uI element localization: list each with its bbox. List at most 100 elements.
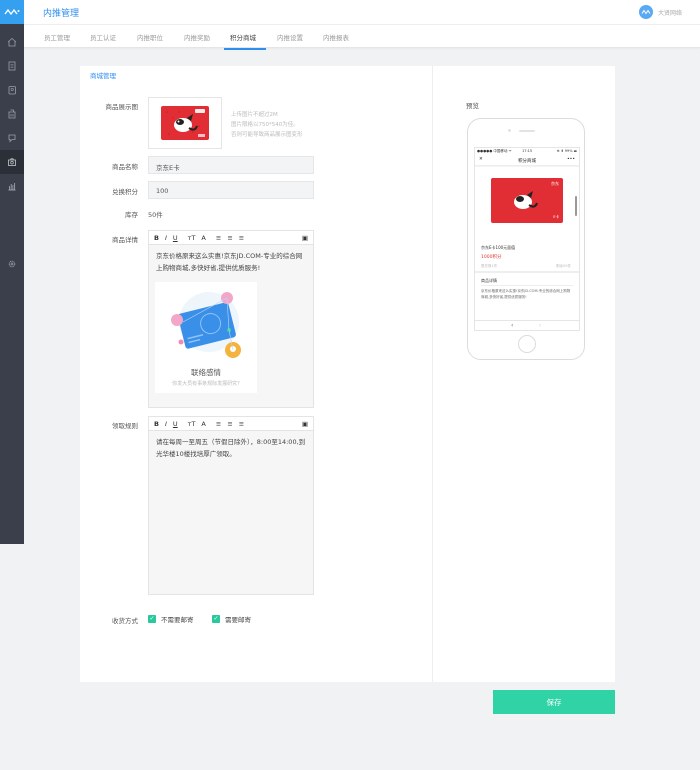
back-icon[interactable]: ‹ [511,322,513,329]
bold-button[interactable]: B [154,234,159,242]
illustration-title: 联络感情 [191,368,221,377]
camera-icon[interactable] [0,150,24,174]
status-carrier: ●●●●● 中国移动 ᯤ [477,149,512,153]
upload-hint-1: 上传图片不超过2M [231,112,278,118]
section-title: 商城管理 [90,72,116,80]
detail-toolbar: B I U ᴛT A ≡ ≡ ≡ ▣ [149,231,313,245]
status-time: 17:15 [522,149,533,153]
product-image-upload[interactable] [148,97,222,149]
insert-image-button[interactable]: ▣ [302,420,308,428]
gear-icon[interactable] [0,252,24,276]
rules-text[interactable]: 请在每周一至周五（节假日除外），8:00至14:00,到光华楼10楼找培厚广领取… [149,431,313,460]
preview-label: 预览 [466,102,479,110]
tab-employee-verification[interactable]: 员工认证 [90,32,116,42]
tab-referral-settings[interactable]: 内推设置 [277,32,303,42]
document-icon[interactable] [0,54,24,78]
tab-referral-jobs[interactable]: 内推职位 [137,32,163,42]
tab-referral-rewards[interactable]: 内推奖励 [184,32,210,42]
ordered-list-button[interactable]: ≡ [216,234,221,242]
tab-bar: 员工管理 员工认证 内推职位 内推奖励 积分商城 内推设置 内推报表 [24,24,700,50]
ordered-list-button[interactable]: ≡ [216,420,221,428]
card-value: E卡 [553,215,559,219]
phone-nav-title: 积分商城 [518,159,536,164]
phone-preview: ●●●●● 中国移动 ᯤ 17:15 ⊕ ⬆ 99% ▬ ✕ 积分商城 ••• … [467,118,585,360]
phone-browser-bar: ‹ › [475,320,579,330]
delivery-label: 收货方式 [112,617,138,625]
phone-nav-bar: ✕ 积分商城 ••• [475,155,579,166]
more-icon[interactable]: ••• [567,157,575,162]
underline-button[interactable]: U [173,234,178,242]
bar-chart-icon[interactable] [0,174,24,198]
id-card-illustration [171,292,241,358]
underline-button[interactable]: U [173,420,178,428]
rules-editor[interactable]: B I U ᴛT A ≡ ≡ ≡ ▣ 请在每周一至周五（节假日除外），8:00至… [148,416,314,595]
product-image [161,106,209,140]
italic-button[interactable]: I [165,420,167,428]
mall-panel: 商城管理 商品展示图 上传图片不超过2M 图片限格以750*540为佳。 否则可… [80,66,615,682]
align-button[interactable]: ≡ [239,234,244,242]
phone-camera [508,129,511,132]
upload-hint-2: 图片限格以750*540为佳。 [231,122,299,128]
sidebar [0,0,24,544]
font-color-button[interactable]: A [201,420,205,428]
rules-toolbar: B I U ᴛT A ≡ ≡ ≡ ▣ [149,417,313,431]
phone-status-bar: ●●●●● 中国移动 ᯤ 17:15 ⊕ ⬆ 99% ▬ [475,148,579,155]
phone-card-image: 京东 E卡 [491,178,563,223]
tab-points-mall[interactable]: 积分商城 [230,32,256,42]
phone-detail-divider [481,285,573,286]
active-tab-indicator [224,48,266,50]
align-button[interactable]: ≡ [239,420,244,428]
phone-product-name: 京东E卡100元面值 [481,245,516,250]
status-battery: ⊕ ⬆ 99% ▬ [556,149,577,153]
phone-detail-text: 京东价格原来这么实惠!京东JD.COM-专业的综合网上购物商城,多快好省,提供优… [481,289,571,299]
name-label: 商品名称 [112,163,138,171]
product-name-input[interactable]: 京东E卡 [148,156,314,174]
app-title: 内推管理 [43,9,80,19]
detail-editor[interactable]: B I U ᴛT A ≡ ≡ ≡ ▣ 京东价格原来这么实惠!京东JD.COM-专… [148,230,314,408]
phone-limit: 限兑换1件 [481,264,498,268]
user-menu[interactable]: 大贤网络 [638,5,682,19]
phone-home-button [518,335,536,353]
checkmark-icon: ✓ [148,615,156,623]
no-shipping-checkbox[interactable]: ✓ 不需要邮寄 [148,614,194,624]
user-name: 大贤网络 [657,9,682,17]
no-shipping-label: 不需要邮寄 [161,616,194,624]
avatar [638,5,653,19]
forward-icon[interactable]: › [539,322,541,329]
checkmark-icon: ✓ [212,615,220,623]
phone-speaker [519,130,535,132]
unordered-list-button[interactable]: ≡ [227,234,232,242]
panel-divider [432,66,433,682]
phone-scrollbar [575,196,577,216]
italic-button[interactable]: I [165,234,167,242]
building-icon[interactable] [0,102,24,126]
save-button[interactable]: 保存 [493,690,615,714]
illustration-subtitle: 你发大员有事条规际发展研究? [172,381,240,387]
unordered-list-button[interactable]: ≡ [227,420,232,428]
insert-image-button[interactable]: ▣ [302,234,308,242]
shipping-label: 需要邮寄 [225,616,251,624]
logo-icon[interactable] [0,0,24,24]
chat-icon[interactable] [0,126,24,150]
phone-detail-title: 商品详情 [481,278,497,283]
font-size-button[interactable]: ᴛT [188,234,196,242]
tab-employee-management[interactable]: 员工管理 [44,32,70,42]
image-label: 商品展示图 [105,103,139,111]
home-icon[interactable] [0,30,24,54]
points-input[interactable]: 100 [148,181,314,199]
detail-text[interactable]: 京东价格原来这么实惠!京东JD.COM-专业的综合网上购物商城,多快好省,提供优… [149,245,313,274]
upload-hint-3: 否则可能导致商品展示图变形 [231,132,303,138]
font-color-button[interactable]: A [201,234,205,242]
shipping-checkbox[interactable]: ✓ 需要邮寄 [212,614,251,624]
phone-remaining: 剩余50件 [556,264,571,268]
font-size-button[interactable]: ᴛT [188,420,196,428]
phone-screen: ●●●●● 中国移动 ᯤ 17:15 ⊕ ⬆ 99% ▬ ✕ 积分商城 ••• … [474,147,580,331]
notebook-icon[interactable] [0,78,24,102]
points-label: 兑换积分 [112,188,138,196]
stock-value: 50件 [148,211,163,219]
detail-label: 商品详情 [112,236,138,244]
bold-button[interactable]: B [154,420,159,428]
tab-referral-reports[interactable]: 内推报表 [323,32,349,42]
card-brand: 京东 [551,181,559,186]
rules-label: 领取规则 [112,422,138,430]
